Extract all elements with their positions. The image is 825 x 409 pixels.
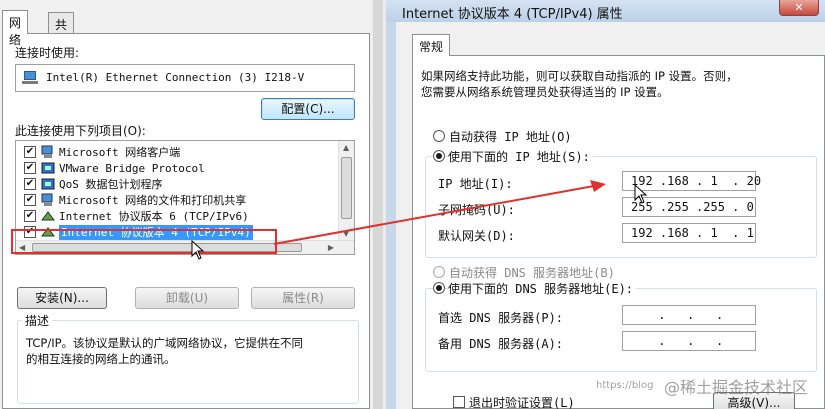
watermark-url: https://blog xyxy=(596,380,654,391)
annotation-arrow xyxy=(273,180,606,245)
tab-networking[interactable]: 网络 xyxy=(2,10,29,47)
watermark: @稀土掘金技术社区 xyxy=(664,378,809,397)
tab-general[interactable]: 常规 xyxy=(412,34,451,56)
